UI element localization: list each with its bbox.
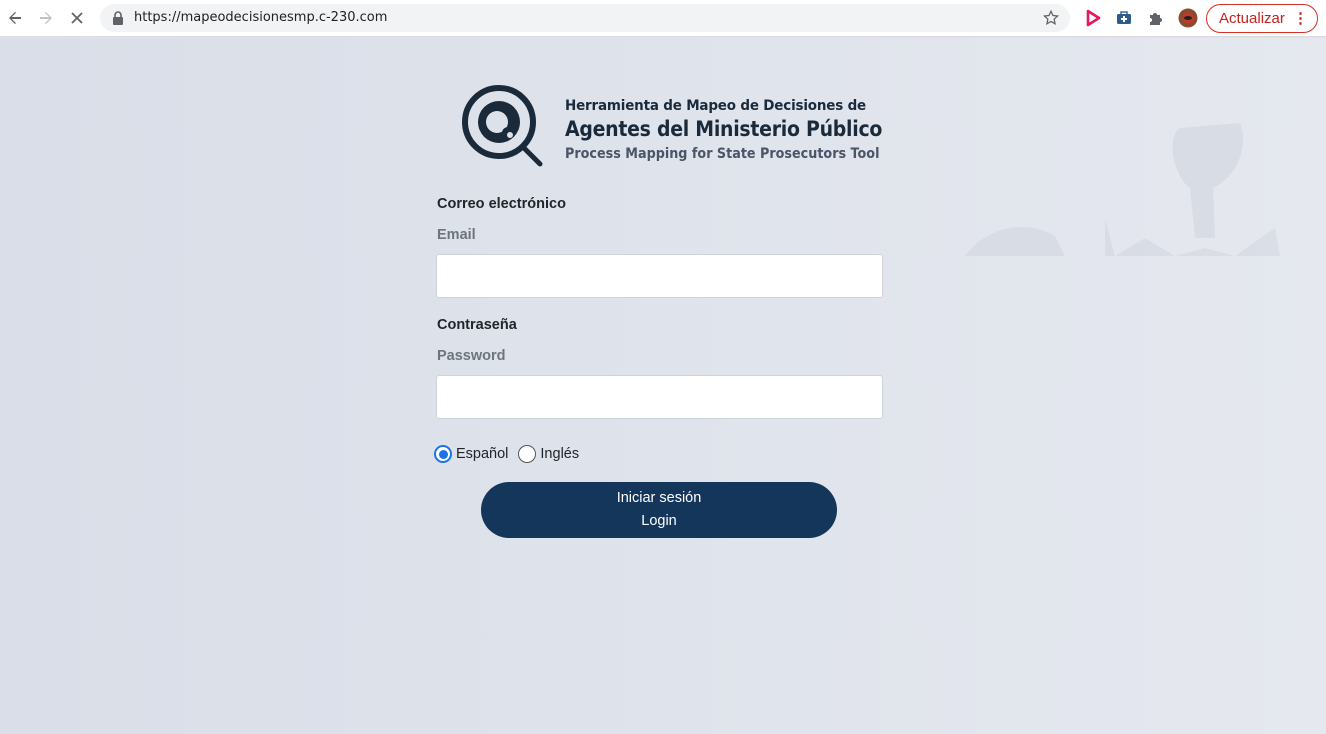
logo-title-line2: Agentes del Ministerio Público xyxy=(565,117,883,141)
back-icon[interactable] xyxy=(4,7,26,29)
email-label: Correo electrónico xyxy=(437,196,566,212)
radio-espanol-label[interactable]: Español xyxy=(456,446,508,462)
email-label-en: Email xyxy=(437,227,476,243)
radio-espanol[interactable] xyxy=(434,445,452,463)
email-field[interactable] xyxy=(436,254,883,298)
radio-ingles-label[interactable]: Inglés xyxy=(540,446,579,462)
update-button[interactable]: Actualizar ⋮ xyxy=(1206,4,1318,33)
toolbox-extension-icon[interactable] xyxy=(1114,8,1134,28)
password-field[interactable] xyxy=(436,375,883,419)
url-text: https://mapeodecisionesmp.c-230.com xyxy=(134,10,388,25)
update-button-label: Actualizar xyxy=(1219,10,1285,27)
logo-title-line1: Herramienta de Mapeo de Decisiones de xyxy=(565,98,867,114)
password-label: Contraseña xyxy=(437,317,517,333)
login-button[interactable]: Iniciar sesión Login xyxy=(481,482,837,538)
app-logo: Herramienta de Mapeo de Decisiones de Ag… xyxy=(460,84,882,174)
login-page: Herramienta de Mapeo de Decisiones de Ag… xyxy=(0,38,1326,734)
login-button-label: Iniciar sesión xyxy=(616,490,702,506)
play-extension-icon[interactable] xyxy=(1083,8,1103,28)
watermark-illustration-icon xyxy=(965,123,1280,256)
bookmark-star-icon[interactable] xyxy=(1042,9,1060,27)
magnifier-eye-icon xyxy=(462,85,543,167)
lock-icon xyxy=(113,11,123,25)
profile-avatar-icon[interactable] xyxy=(1178,8,1198,28)
logo-subtitle: Process Mapping for State Prosecutors To… xyxy=(565,146,880,162)
stop-loading-icon[interactable] xyxy=(66,7,88,29)
address-bar[interactable]: https://mapeodecisionesmp.c-230.com xyxy=(100,4,1070,32)
forward-icon[interactable] xyxy=(35,7,57,29)
login-button-label-en: Login xyxy=(641,513,677,529)
browser-toolbar: https://mapeodecisionesmp.c-230.com Actu… xyxy=(0,0,1326,37)
more-vert-icon: ⋮ xyxy=(1293,10,1308,27)
password-label-en: Password xyxy=(437,348,506,364)
language-selector: Español Inglés xyxy=(434,444,579,464)
radio-ingles[interactable] xyxy=(518,445,537,463)
extensions-puzzle-icon[interactable] xyxy=(1146,8,1166,28)
